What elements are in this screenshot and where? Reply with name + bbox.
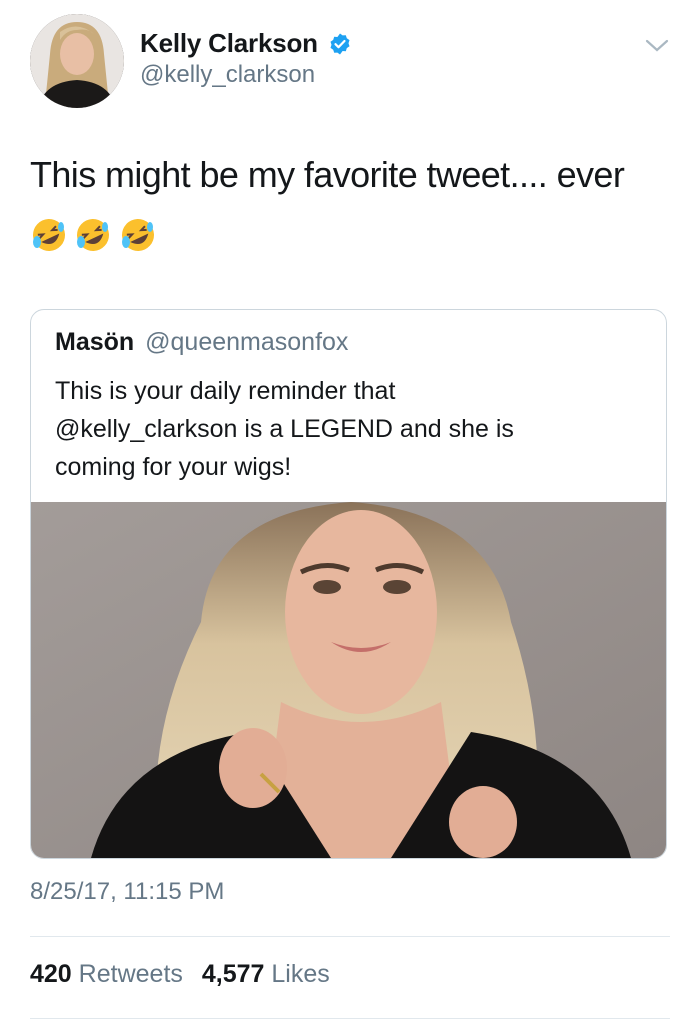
divider (30, 1018, 670, 1019)
verified-badge-icon (330, 33, 350, 54)
rolling-laughing-emoji-icon (33, 219, 65, 251)
author-handle[interactable]: @kelly_clarkson (140, 61, 352, 89)
retweets-label[interactable]: Retweets (79, 960, 183, 988)
tweet-stats: 420 Retweets 4,577 Likes (30, 960, 342, 989)
quoted-handle: @queenmasonfox (145, 328, 349, 356)
author-names: Kelly Clarkson @kelly_clarkson (140, 28, 352, 89)
chevron-down-icon[interactable] (644, 36, 670, 56)
quoted-tweet-text: This is your daily reminder that @kelly_… (55, 372, 645, 486)
rolling-laughing-emoji-icon (77, 219, 110, 251)
tweet-timestamp: 8/25/17, 11:15 PM (30, 878, 225, 905)
divider (30, 936, 670, 937)
quoted-display-name: Masön (55, 328, 135, 356)
quoted-tweet-author: Masön @queenmasonfox (55, 328, 348, 357)
quoted-text-line: coming for your wigs! (55, 453, 292, 481)
likes-count[interactable]: 4,577 (202, 960, 265, 988)
quoted-text-line: This is your daily reminder that (55, 377, 396, 405)
quoted-tweet-card[interactable]: Masön @queenmasonfox This is your daily … (30, 309, 667, 859)
emoji-row (30, 216, 159, 254)
tweet-text: This might be my favorite tweet.... ever (30, 154, 625, 195)
author-display-name[interactable]: Kelly Clarkson (140, 28, 318, 59)
quoted-tweet-photo[interactable] (31, 502, 666, 858)
avatar[interactable] (30, 14, 124, 108)
quoted-text-line: @kelly_clarkson is a LEGEND and she is (55, 415, 514, 443)
rolling-laughing-emoji-icon (121, 219, 154, 251)
retweets-count[interactable]: 420 (30, 960, 72, 988)
likes-label[interactable]: Likes (271, 960, 329, 988)
tweet-header: Kelly Clarkson @kelly_clarkson (30, 14, 670, 110)
